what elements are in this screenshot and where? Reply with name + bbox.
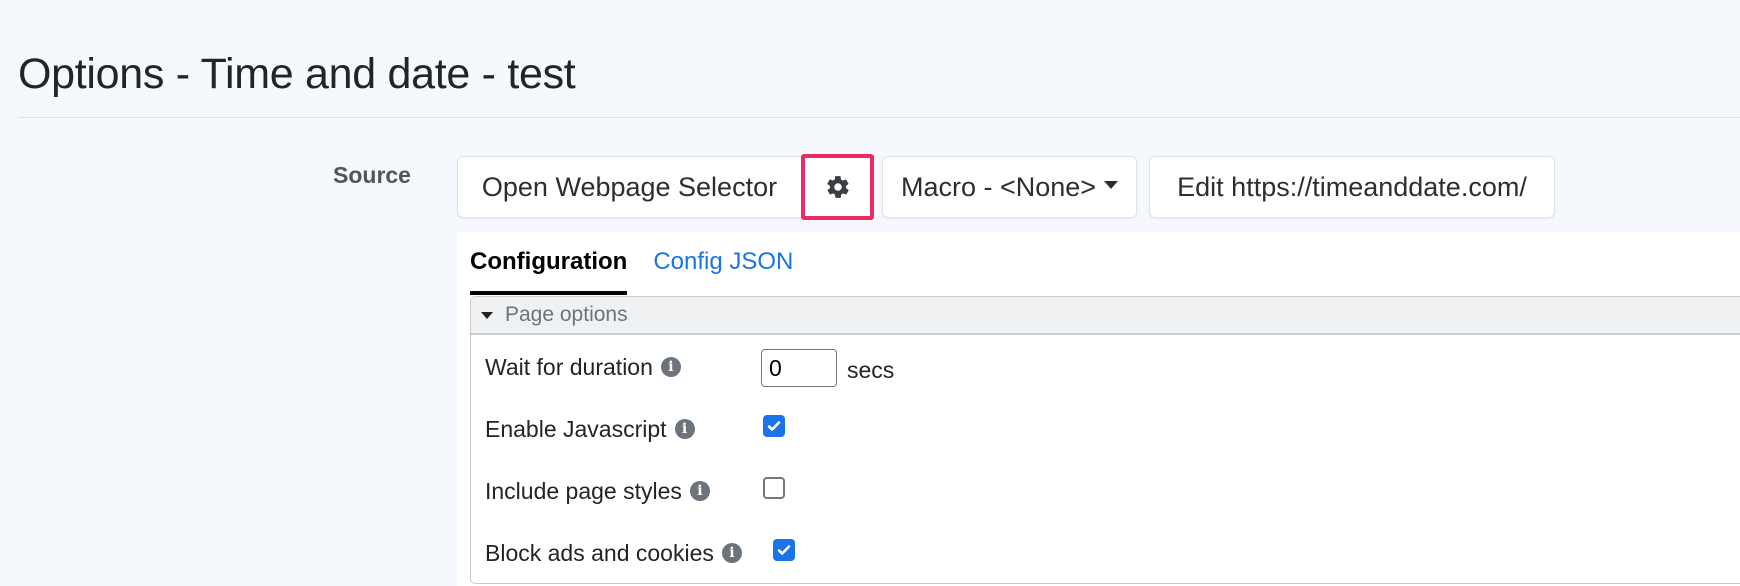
checkmark-icon xyxy=(777,545,791,555)
include-page-styles-label: Include page styles xyxy=(485,477,682,504)
checkmark-icon xyxy=(767,421,781,431)
page-options-header[interactable]: Page options xyxy=(471,297,1740,335)
wait-duration-row: Wait for duration i xyxy=(485,347,681,387)
enable-javascript-label: Enable Javascript xyxy=(485,415,667,442)
include-page-styles-checkbox[interactable] xyxy=(763,477,785,499)
block-ads-label: Block ads and cookies xyxy=(485,539,714,566)
enable-javascript-row: Enable Javascript i xyxy=(485,409,695,449)
source-label: Source xyxy=(333,162,411,188)
gear-icon xyxy=(826,176,849,198)
edit-url-button[interactable]: Edit https://timeanddate.com/ xyxy=(1149,156,1555,218)
title-divider xyxy=(18,117,1740,118)
page-options-section: Page options Wait for duration i secs En… xyxy=(470,296,1740,584)
enable-javascript-checkbox[interactable] xyxy=(763,415,785,437)
macro-dropdown-label: Macro - <None> xyxy=(900,171,1097,202)
info-icon[interactable]: i xyxy=(689,481,710,501)
config-tabs: Configuration Config JSON xyxy=(470,248,819,295)
block-ads-row: Block ads and cookies i xyxy=(485,533,742,573)
page-options-title: Page options xyxy=(505,303,628,326)
block-ads-checkbox[interactable] xyxy=(773,539,795,561)
macro-dropdown[interactable]: Macro - <None> xyxy=(882,156,1137,218)
page-title: Options - Time and date - test xyxy=(18,50,576,98)
edit-url-label: Edit https://timeanddate.com/ xyxy=(1177,171,1527,202)
caret-down-icon xyxy=(1104,181,1119,189)
open-webpage-selector-button[interactable]: Open Webpage Selector xyxy=(457,156,802,218)
info-icon[interactable]: i xyxy=(674,419,695,439)
wait-duration-input[interactable] xyxy=(761,349,837,387)
tab-config-json[interactable]: Config JSON xyxy=(653,248,793,295)
selector-settings-button[interactable] xyxy=(801,154,874,220)
wait-duration-label: Wait for duration xyxy=(485,353,653,380)
open-webpage-selector-label: Open Webpage Selector xyxy=(481,171,778,202)
include-page-styles-row: Include page styles i xyxy=(485,471,710,511)
wait-duration-unit: secs xyxy=(847,356,895,383)
collapse-triangle-icon xyxy=(481,311,493,319)
wait-duration-control: secs xyxy=(761,349,894,387)
info-icon[interactable]: i xyxy=(660,357,681,377)
info-icon[interactable]: i xyxy=(721,543,742,563)
tab-configuration[interactable]: Configuration xyxy=(470,248,628,295)
